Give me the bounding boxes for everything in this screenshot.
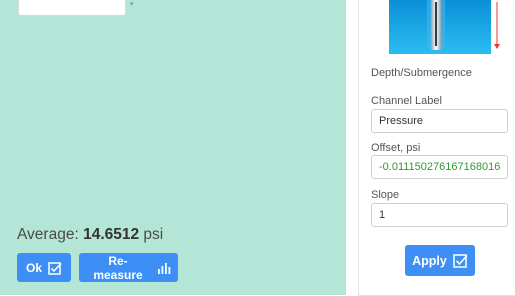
slope-label: Slope (371, 189, 400, 201)
offset-input[interactable]: -0.011150276167168016 (371, 155, 508, 179)
small-caret-icon: ▾ (130, 1, 134, 8)
bar-chart-icon (157, 261, 172, 275)
average-label: Average: (17, 226, 79, 243)
apply-button[interactable]: Apply (405, 245, 475, 276)
mode-label: Depth/Submergence (371, 67, 472, 79)
channel-label-heading: Channel Label (371, 95, 442, 107)
checkbox-check-icon (48, 261, 62, 275)
sensor-depth-illustration (389, 0, 502, 54)
average-value: 14.6512 (83, 226, 140, 243)
top-input-field[interactable] (18, 0, 126, 16)
measurement-panel (0, 0, 346, 295)
channel-label-input[interactable]: Pressure (371, 109, 508, 133)
checkbox-check-icon (453, 253, 468, 268)
ok-button-label: Ok (25, 260, 42, 275)
offset-label: Offset, psi (371, 142, 421, 154)
remeasure-button[interactable]: Re-measure (79, 253, 178, 282)
apply-button-label: Apply (412, 253, 447, 268)
remeasure-button-label: Re-measure (93, 253, 143, 282)
slope-input[interactable]: 1 (371, 203, 508, 227)
average-unit: psi (143, 226, 164, 243)
ok-button[interactable]: Ok (17, 253, 71, 282)
average-readout: Average: 14.6512 psi (17, 226, 163, 244)
